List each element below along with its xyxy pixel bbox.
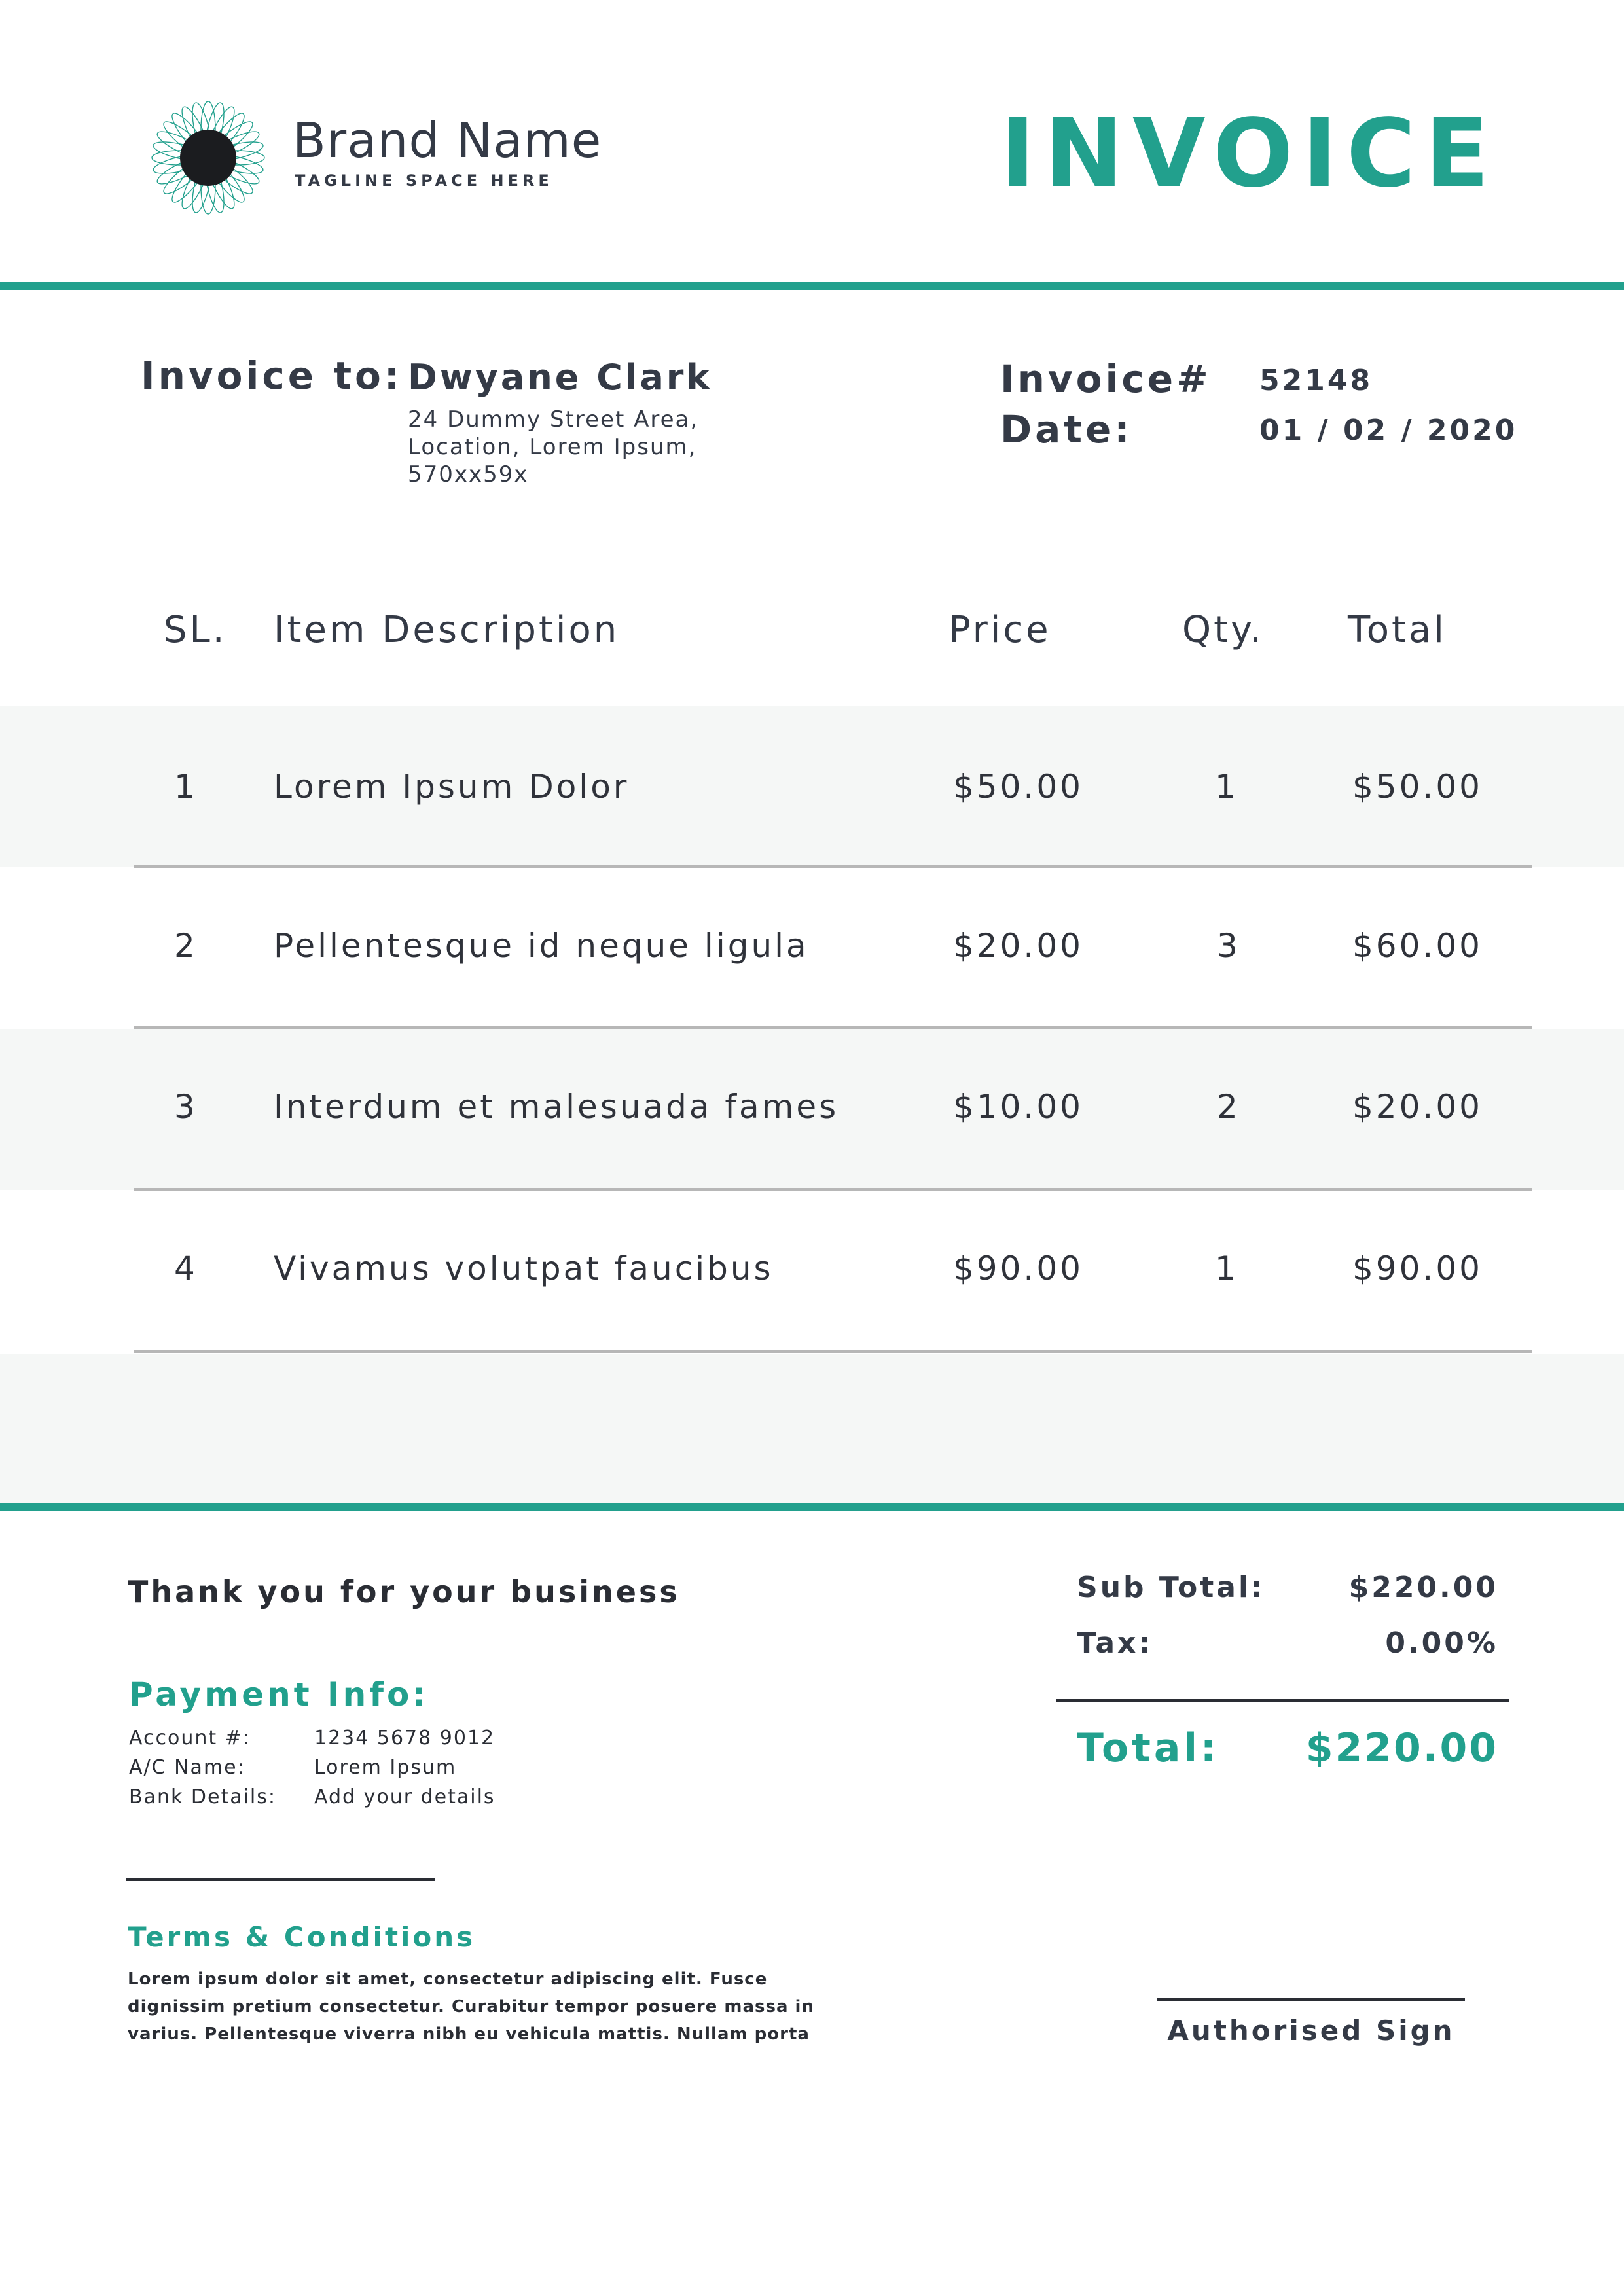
row-description: Pellentesque id neque ligula — [274, 927, 809, 965]
row-description: Interdum et malesuada fames — [274, 1088, 839, 1126]
table-row: 2 Pellentesque id neque ligula $20.00 3 … — [0, 868, 1624, 1029]
row-price: $10.00 — [953, 1088, 1083, 1126]
signature-line — [1157, 1998, 1465, 2001]
row-qty: 3 — [1217, 927, 1240, 965]
invoice-date: 01 / 02 / 2020 — [1259, 414, 1518, 447]
brand-tagline: TAGLINE SPACE HERE — [295, 171, 553, 190]
row-sl: 3 — [174, 1088, 198, 1126]
table-footer-band — [0, 1354, 1624, 1503]
table-row: 1 Lorem Ipsum Dolor $50.00 1 $50.00 — [0, 706, 1624, 867]
bank-details-value: Add your details — [314, 1785, 496, 1808]
invoice-number-label: Invoice# — [1000, 357, 1212, 401]
column-header-sl: SL. — [164, 609, 227, 651]
thank-you-message: Thank you for your business — [128, 1574, 680, 1609]
client-name: Dwyane Clark — [408, 357, 713, 398]
row-sl: 2 — [174, 927, 198, 965]
invoice-number: 52148 — [1259, 364, 1373, 397]
grand-total-label: Total: — [1077, 1725, 1219, 1771]
footer-accent-bar — [0, 1503, 1624, 1511]
bank-details-label: Bank Details: — [129, 1785, 276, 1808]
table-row: 4 Vivamus volutpat faucibus $90.00 1 $90… — [0, 1191, 1624, 1352]
subtotal-label: Sub Total: — [1077, 1571, 1265, 1604]
tax-value: 0.00% — [1385, 1626, 1498, 1660]
client-address-line: 24 Dummy Street Area, — [408, 406, 699, 433]
section-divider — [126, 1878, 435, 1881]
row-price: $50.00 — [953, 768, 1083, 806]
payment-info-heading: Payment Info: — [129, 1676, 429, 1713]
column-header-total: Total — [1348, 609, 1447, 651]
account-name-value: Lorem Ipsum — [314, 1756, 457, 1779]
document-title: INVOICE — [1000, 98, 1498, 208]
terms-body: Lorem ipsum dolor sit amet, consectetur … — [128, 1965, 821, 2048]
client-address-line: Location, Lorem Ipsum, — [408, 434, 697, 460]
row-divider — [134, 1350, 1532, 1353]
row-description: Lorem Ipsum Dolor — [274, 768, 630, 806]
row-price: $20.00 — [953, 927, 1083, 965]
terms-line: varius. Pellentesque viverra nibh eu veh… — [128, 2024, 810, 2044]
row-price: $90.00 — [953, 1249, 1083, 1287]
row-sl: 1 — [174, 768, 198, 806]
row-qty: 1 — [1215, 768, 1238, 806]
grand-total-value: $220.00 — [1305, 1725, 1498, 1771]
account-name-label: A/C Name: — [129, 1756, 245, 1779]
account-number-label: Account #: — [129, 1727, 251, 1749]
client-address-line: 570xx59x — [408, 461, 529, 488]
column-header-price: Price — [948, 609, 1051, 651]
row-sl: 4 — [174, 1249, 198, 1287]
subtotal-value: $220.00 — [1348, 1571, 1498, 1604]
row-total: $60.00 — [1352, 927, 1483, 965]
terms-line: Lorem ipsum dolor sit amet, consectetur … — [128, 1969, 768, 1989]
tax-label: Tax: — [1077, 1626, 1153, 1660]
row-description: Vivamus volutpat faucibus — [274, 1249, 774, 1287]
row-total: $50.00 — [1352, 768, 1483, 806]
header-accent-bar — [0, 282, 1624, 290]
row-total: $90.00 — [1352, 1249, 1483, 1287]
authorised-sign-label: Authorised Sign — [1167, 2015, 1455, 2047]
date-label: Date: — [1000, 407, 1133, 452]
account-number-value: 1234 5678 9012 — [314, 1727, 496, 1749]
column-header-qty: Qty. — [1182, 609, 1264, 651]
terms-heading: Terms & Conditions — [128, 1921, 476, 1953]
row-total: $20.00 — [1352, 1088, 1483, 1126]
totals-divider — [1056, 1699, 1509, 1702]
client-address: 24 Dummy Street Area, Location, Lorem Ip… — [408, 406, 698, 488]
brand-name: Brand Name — [293, 113, 602, 169]
terms-line: dignissim pretium consectetur. Curabitur… — [128, 1997, 814, 2017]
row-qty: 2 — [1217, 1088, 1240, 1126]
table-row: 3 Interdum et malesuada fames $10.00 2 $… — [0, 1029, 1624, 1190]
spirograph-logo-icon — [147, 97, 269, 219]
invoice-to-label: Invoice to: — [141, 353, 403, 398]
row-qty: 1 — [1215, 1249, 1238, 1287]
column-header-description: Item Description — [274, 609, 620, 651]
